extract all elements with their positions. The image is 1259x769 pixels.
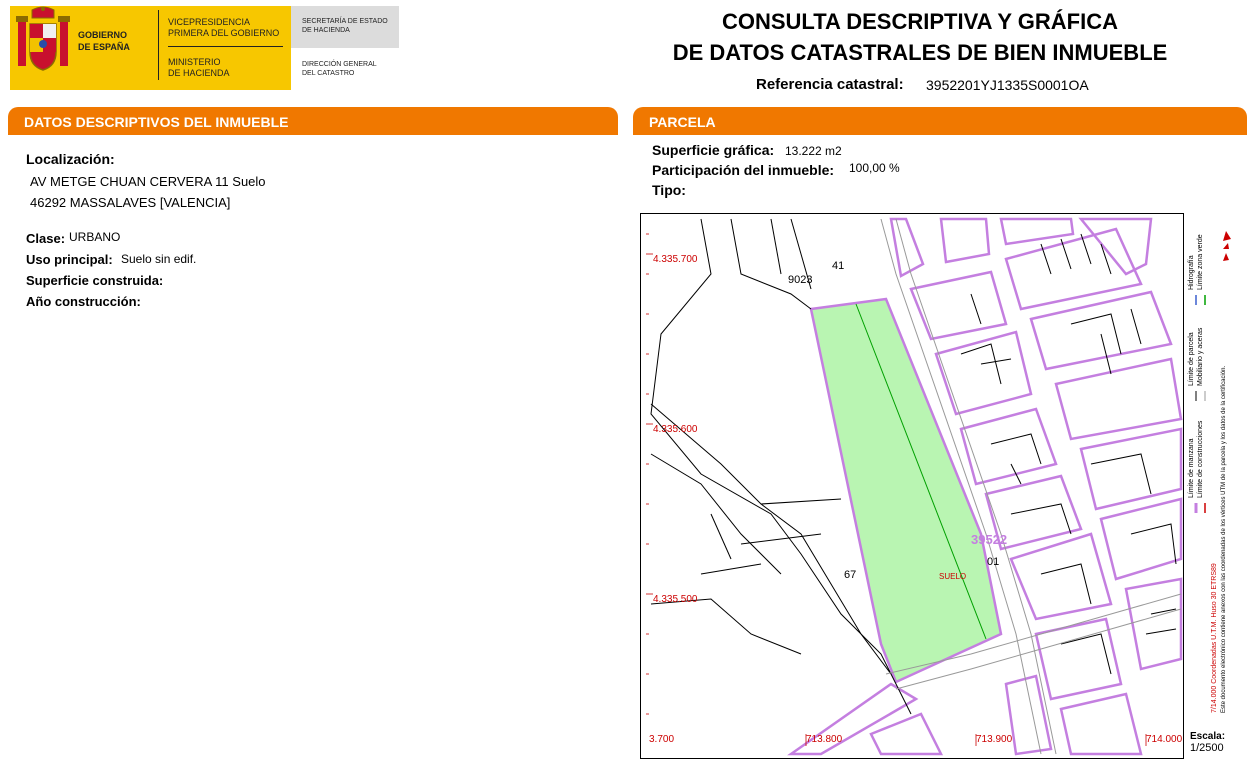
x-coordinate-label: 713.900 bbox=[976, 734, 1013, 745]
vicepresidencia-text: VICEPRESIDENCIA PRIMERA DEL GOBIERNO bbox=[168, 17, 280, 38]
parcela-banner: PARCELA bbox=[633, 107, 1247, 133]
y-coordinate-label: 4.335.500 bbox=[653, 594, 698, 605]
uso-label: Uso principal: bbox=[26, 252, 113, 267]
anio-construccion-label: Año construcción: bbox=[26, 294, 141, 309]
map-drawing bbox=[646, 217, 1183, 756]
parcel-number-label: 9023 bbox=[788, 274, 813, 286]
legend-item: Límite de manzana bbox=[1188, 438, 1195, 498]
banner-underline bbox=[8, 133, 618, 135]
legend-column: Mobiliario y aceras bbox=[1197, 328, 1209, 387]
ministerio-text: MINISTERIO DE HACIENDA bbox=[168, 57, 230, 78]
direccion-text: DIRECCIÓN GENERAL DEL CATASTRO bbox=[302, 61, 377, 77]
localizacion-label: Localización: bbox=[26, 151, 115, 167]
block-number-label: 39522 bbox=[971, 532, 1008, 547]
legend-note: 7/14.000 Coordenadas U.T.M. Huso 30 ETRS… bbox=[1211, 563, 1218, 713]
y-coordinate-label: 4.335.700 bbox=[653, 254, 698, 265]
participacion-label: Participación del inmueble: bbox=[652, 162, 835, 178]
divider bbox=[168, 46, 283, 47]
gobierno-text: GOBIERNO DE ESPAÑA bbox=[78, 30, 130, 52]
legend-note: Este documento electrónico contiene anex… bbox=[1221, 365, 1227, 713]
participacion-value: 100,00 % bbox=[849, 161, 900, 175]
legend-item: Hidrografía bbox=[1188, 255, 1195, 290]
legend-column: Este documento electrónico contiene anex… bbox=[1221, 366, 1233, 714]
tipo-label: Tipo: bbox=[652, 182, 686, 198]
divider bbox=[158, 10, 159, 80]
legend-column: Límite zona verde bbox=[1197, 234, 1209, 291]
banner-underline bbox=[633, 133, 1247, 135]
parcel-number-label: 67 bbox=[844, 569, 857, 581]
parcel-number-label: 01 bbox=[987, 556, 1000, 568]
clase-label: Clase: bbox=[26, 231, 66, 246]
legend-item: Mobiliario y aceras bbox=[1197, 327, 1204, 386]
ref-value: 3952201YJ1335S0001OA bbox=[926, 77, 1089, 93]
page-title: CONSULTA DESCRIPTIVA Y GRÁFICA DE DATOS … bbox=[672, 9, 1168, 65]
superficie-grafica-label: Superficie gráfica: bbox=[652, 142, 775, 158]
superficie-construida-label: Superficie construida: bbox=[26, 273, 164, 288]
secretaria-text: SECRETARÍA DE ESTADO DE HACIENDA bbox=[302, 18, 388, 34]
scale-label: Escala: bbox=[1190, 731, 1226, 742]
x-coordinate-label: 3.700 bbox=[649, 734, 675, 745]
x-coordinate-label: 713.800 bbox=[806, 734, 843, 745]
address-line-2: 46292 MASSALAVES [VALENCIA] bbox=[30, 195, 231, 210]
ref-label: Referencia catastral: bbox=[756, 76, 904, 93]
address-line-1: AV METGE CHUAN CERVERA 11 Suelo bbox=[30, 174, 266, 189]
legend-item: Límite zona verde bbox=[1197, 234, 1204, 290]
x-coordinate-label: 714.000 bbox=[1146, 734, 1183, 745]
cadastral-map[interactable]: 4.335.700 4.335.600 4.335.500 3.700 713.… bbox=[640, 213, 1245, 759]
legend-item: Límite de parcela bbox=[1188, 332, 1195, 386]
clase-value: URBANO bbox=[69, 230, 121, 244]
uso-value: Suelo sin edif. bbox=[121, 252, 197, 266]
y-coordinate-label: 4.335.600 bbox=[653, 424, 698, 435]
legend-item: Límite de construcciones bbox=[1197, 420, 1204, 498]
map-legend: Límite de manzana Límite de construccion… bbox=[1183, 213, 1245, 759]
superficie-grafica-value: 13.222 m2 bbox=[785, 144, 842, 158]
scale-value: 1/2500 bbox=[1190, 742, 1224, 754]
legend-column: Límite de construcciones bbox=[1197, 421, 1209, 499]
coat-of-arms-icon bbox=[16, 6, 70, 71]
suelo-label: SUELO bbox=[939, 572, 967, 581]
datos-descriptivos-banner: DATOS DESCRIPTIVOS DEL INMUEBLE bbox=[8, 107, 618, 133]
parcel-number-label: 41 bbox=[832, 260, 845, 272]
